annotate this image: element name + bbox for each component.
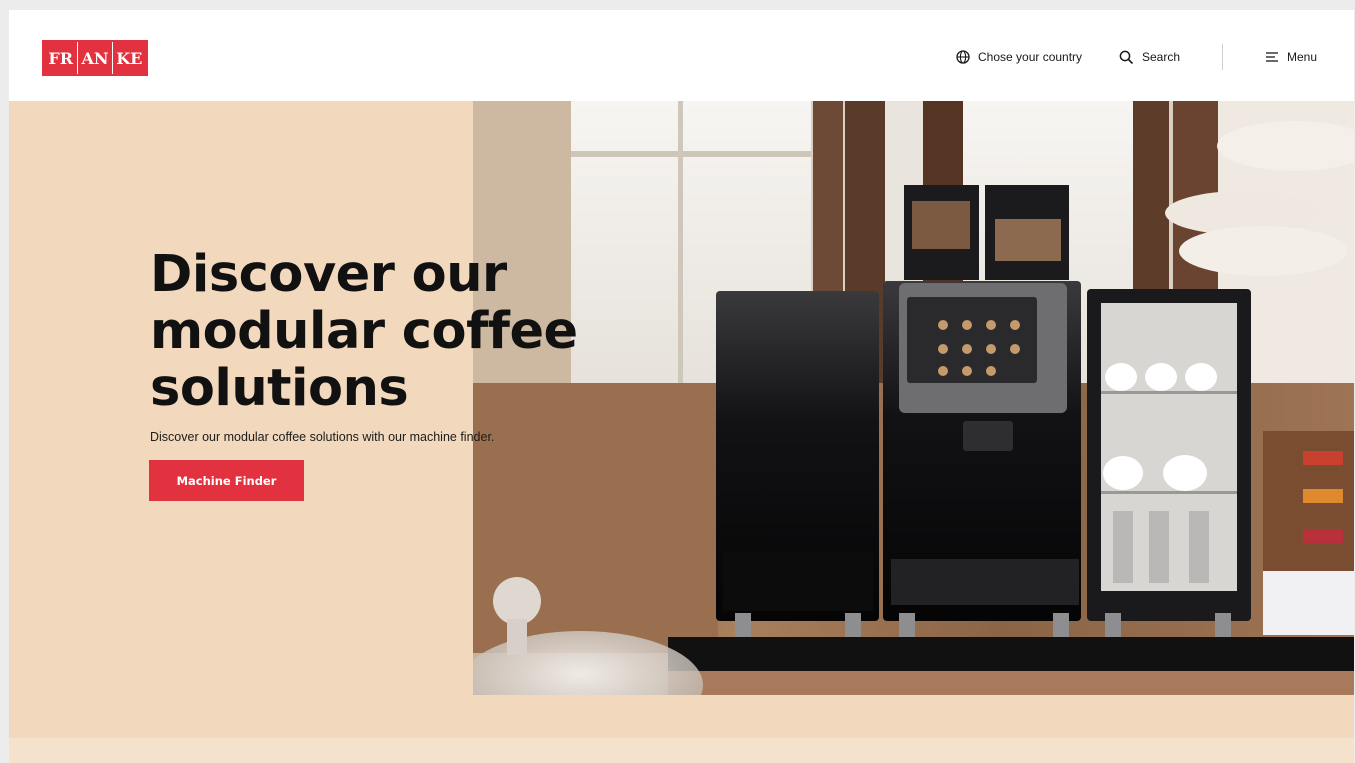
bottom-section-edge: [9, 738, 1354, 763]
menu-icon: [1266, 52, 1278, 62]
headline-line-1: Discover our: [150, 245, 507, 304]
logo-letters-3: KE: [116, 48, 143, 68]
franke-logo[interactable]: FR AN KE: [42, 40, 148, 76]
search-button[interactable]: Search: [1119, 47, 1180, 67]
logo-letters-2: AN: [78, 42, 113, 74]
menu-button[interactable]: Menu: [1265, 47, 1317, 67]
hero-headline: Discover our modular coffee solutions: [150, 246, 710, 417]
machine-finder-button[interactable]: Machine Finder: [149, 460, 304, 501]
headline-line-2: modular coffee: [150, 302, 578, 361]
country-selector[interactable]: Chose your country: [956, 47, 1082, 67]
page-frame: FR AN KE Chose your country Search Menu …: [9, 10, 1354, 763]
logo-letters-1: FR: [44, 42, 79, 74]
menu-label: Menu: [1287, 50, 1318, 64]
hero-subline: Discover our modular coffee solutions wi…: [150, 430, 495, 444]
search-label: Search: [1142, 50, 1181, 64]
globe-icon: [956, 50, 970, 64]
search-icon: [1119, 50, 1134, 64]
site-header: FR AN KE Chose your country Search Menu: [9, 10, 1354, 101]
nav-divider: [1222, 44, 1223, 70]
headline-line-3: solutions: [150, 359, 409, 418]
country-selector-label: Chose your country: [978, 50, 1083, 64]
